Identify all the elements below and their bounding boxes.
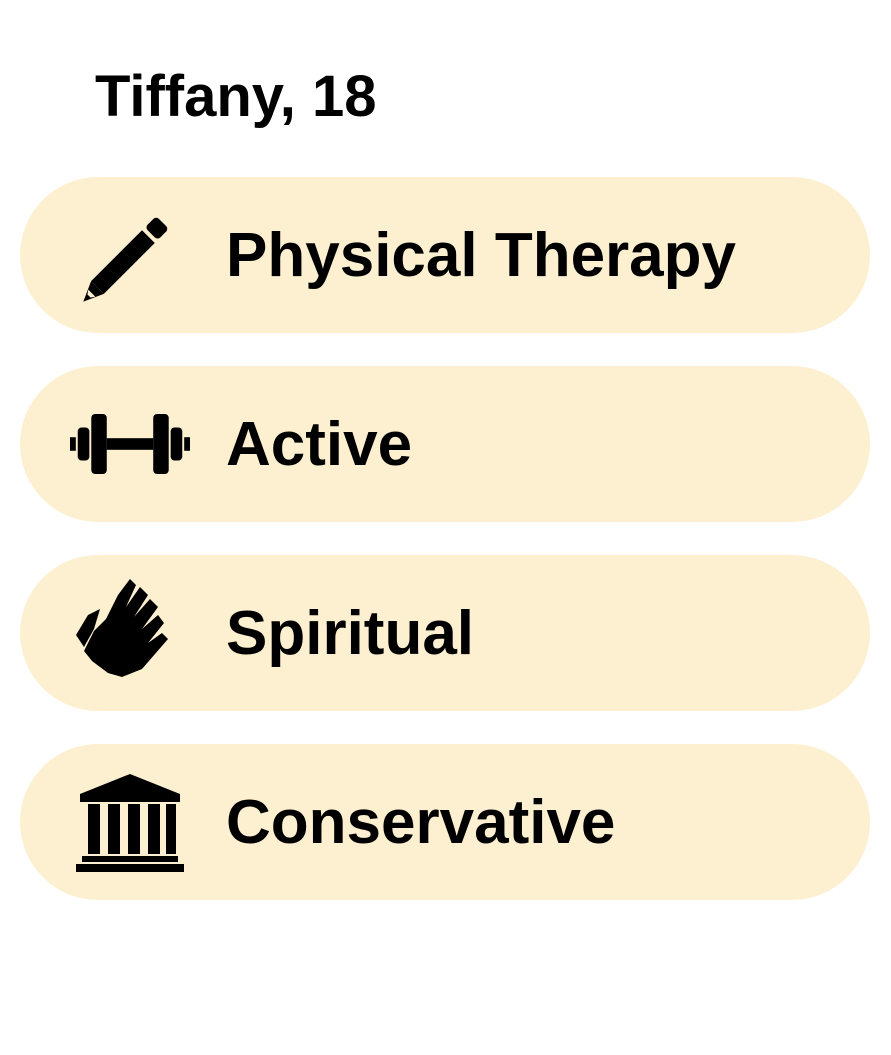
pencil-icon — [70, 195, 190, 315]
trait-label: Conservative — [226, 788, 616, 857]
trait-label: Spiritual — [226, 599, 475, 668]
praying-hands-icon — [70, 573, 190, 693]
trait-active: Active — [20, 366, 870, 522]
trait-list: Physical Therapy Active Spiritual Conser… — [20, 177, 870, 933]
dumbbell-icon — [70, 384, 190, 504]
trait-label: Physical Therapy — [226, 221, 737, 290]
trait-spiritual: Spiritual — [20, 555, 870, 711]
trait-physical-therapy: Physical Therapy — [20, 177, 870, 333]
profile-name-age: Tiffany, 18 — [95, 64, 377, 129]
trait-label: Active — [226, 410, 413, 479]
trait-conservative: Conservative — [20, 744, 870, 900]
bank-building-icon — [70, 762, 190, 882]
